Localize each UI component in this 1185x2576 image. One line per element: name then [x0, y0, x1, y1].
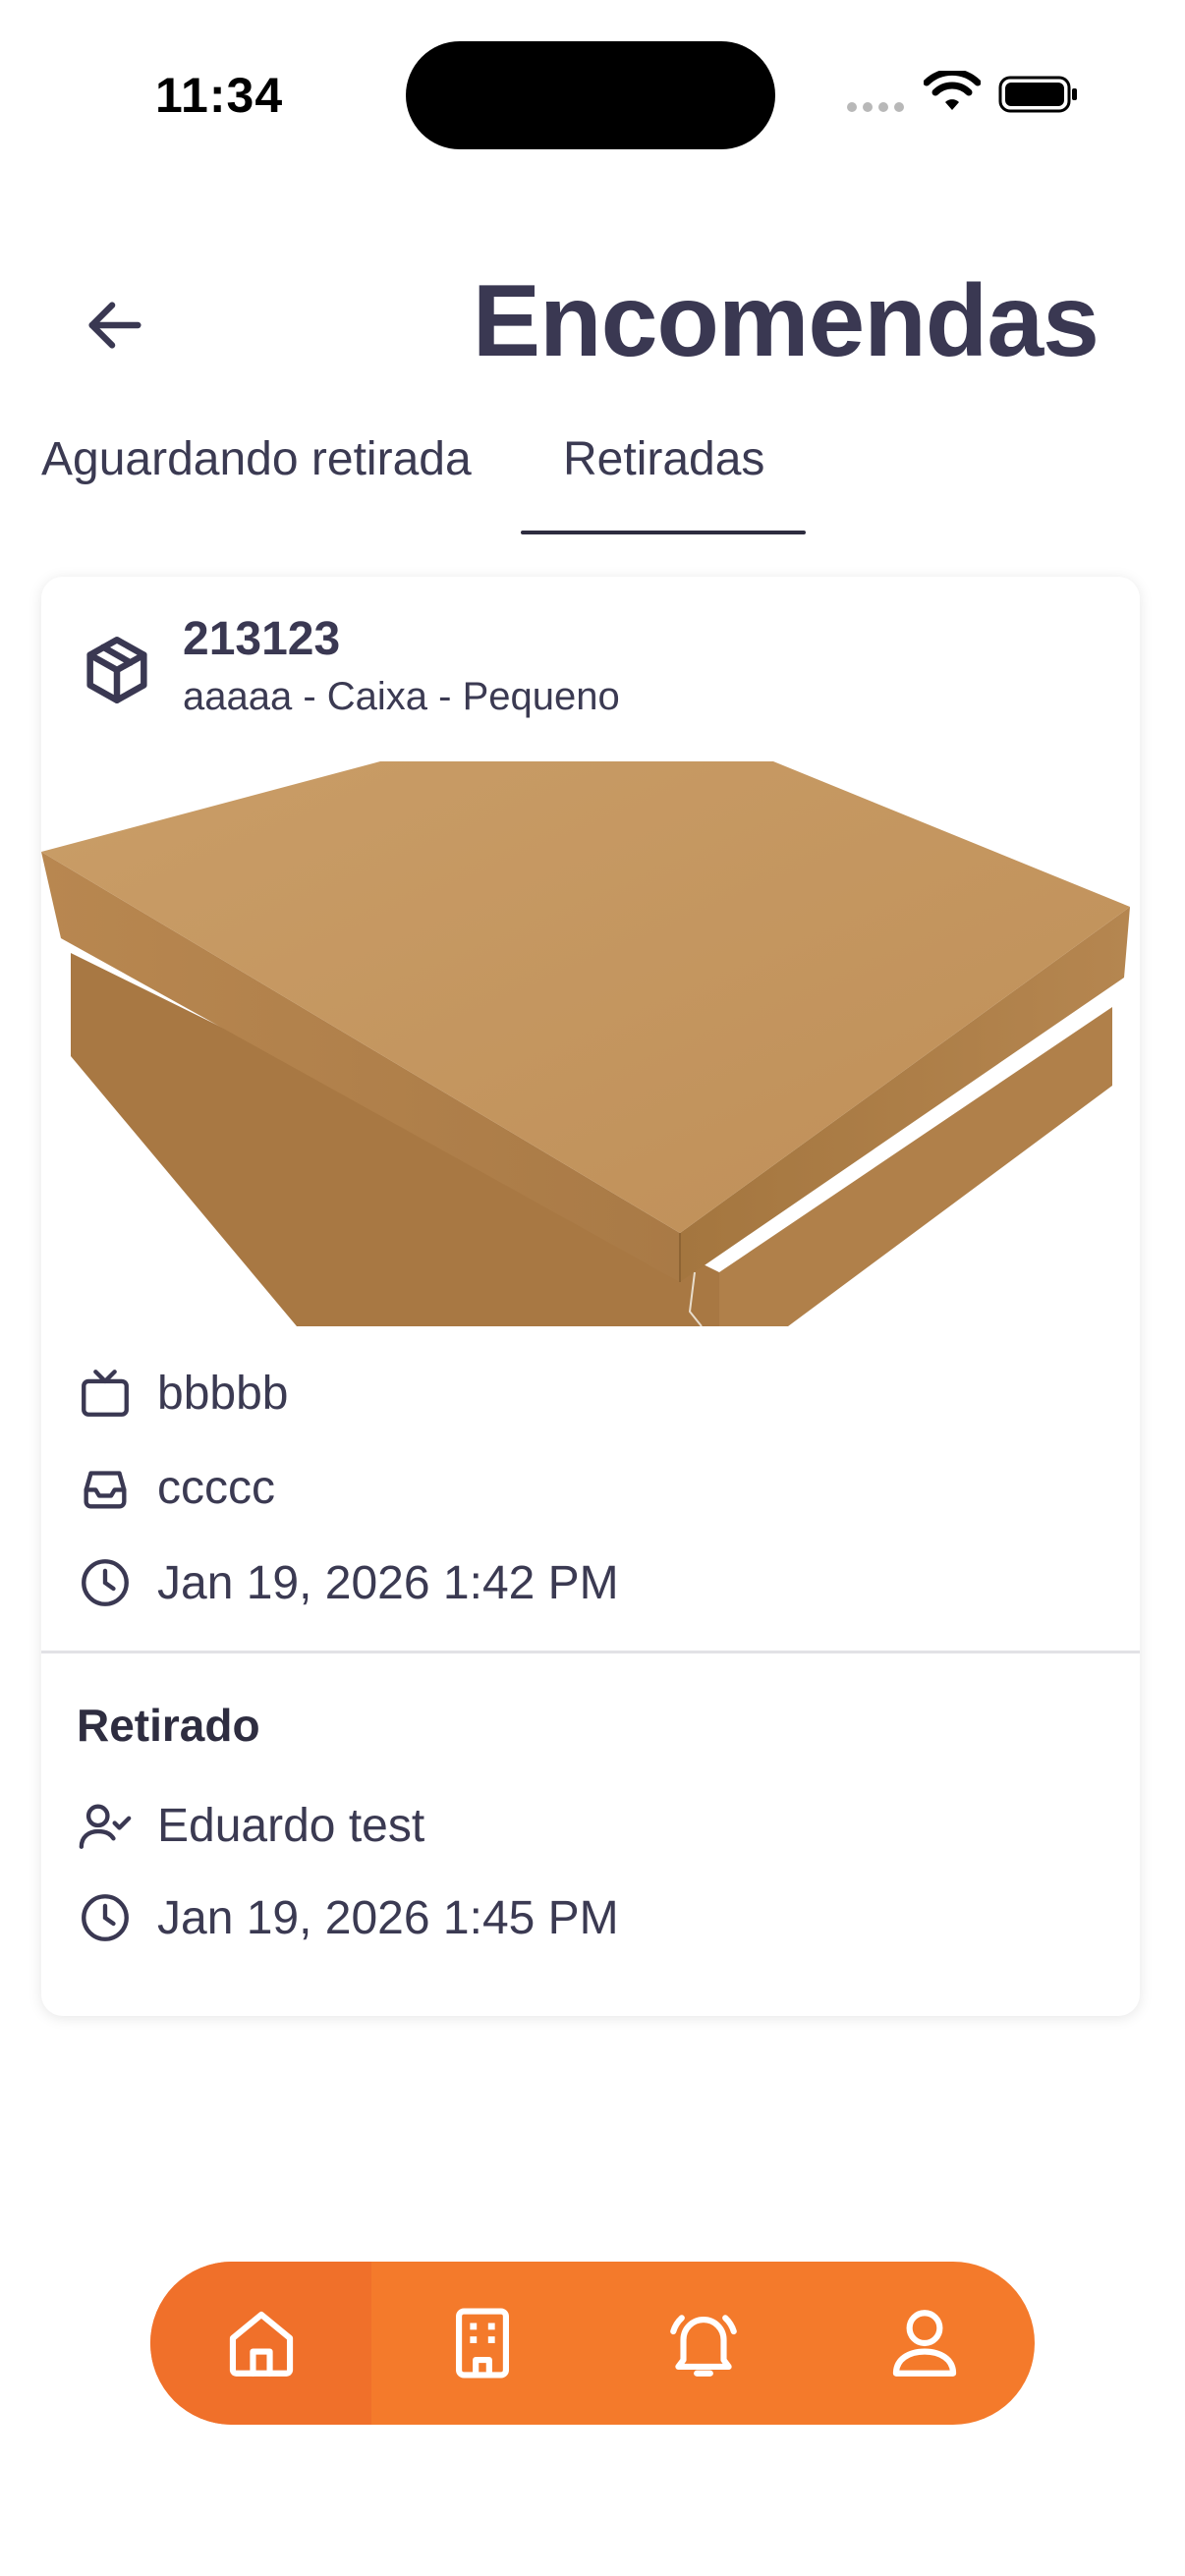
cellular-signal-icon — [847, 102, 904, 112]
inbox-icon — [84, 1471, 127, 1509]
received-time: Jan 19, 2026 1:42 PM — [157, 1556, 619, 1609]
bell-ringing-icon — [669, 2315, 737, 2377]
clock-icon — [82, 1559, 129, 1606]
unit-value: bbbbb — [157, 1367, 289, 1420]
page-title: Encomendas — [472, 264, 1100, 378]
status-bar: 11:34 — [0, 0, 1185, 196]
box-row: ccccc — [75, 1457, 275, 1518]
tab-retrieved[interactable]: Retiradas — [563, 432, 764, 486]
nav-home[interactable] — [150, 2262, 371, 2425]
dynamic-island — [406, 41, 775, 149]
retrieved-time-row: Jan 19, 2026 1:45 PM — [75, 1887, 619, 1948]
retrieved-section-title: Retirado — [77, 1700, 260, 1751]
clock-icon — [82, 1894, 129, 1941]
home-icon — [229, 2311, 293, 2377]
card-divider — [41, 1651, 1140, 1653]
user-check-icon — [79, 1804, 132, 1849]
tab-awaiting-pickup[interactable]: Aguardando retirada — [41, 432, 472, 486]
building-icon — [455, 2308, 509, 2379]
retrieved-by-row: Eduardo test — [75, 1795, 424, 1856]
back-button[interactable] — [77, 287, 153, 364]
battery-icon — [998, 76, 1077, 113]
nav-notifications[interactable] — [592, 2262, 814, 2425]
package-description: aaaaa - Caixa - Pequeno — [183, 675, 620, 718]
active-tab-indicator — [521, 531, 806, 534]
nav-building[interactable] — [371, 2262, 592, 2425]
package-code: 213123 — [183, 613, 341, 665]
nav-profile[interactable] — [814, 2262, 1035, 2425]
user-icon — [892, 2310, 956, 2377]
retrieved-time: Jan 19, 2026 1:45 PM — [157, 1891, 619, 1944]
package-icon — [86, 637, 147, 703]
arrow-left-icon — [88, 302, 141, 349]
received-time-row: Jan 19, 2026 1:42 PM — [75, 1552, 619, 1613]
retrieved-by-name: Eduardo test — [157, 1799, 425, 1852]
bottom-nav — [150, 2262, 1035, 2425]
unit-row: bbbbb — [75, 1363, 288, 1424]
box-value: ccccc — [157, 1461, 275, 1514]
package-card[interactable]: 213123 aaaaa - Caixa - Pequeno bbbbb ccc… — [41, 577, 1140, 2016]
tv-icon — [82, 1370, 129, 1417]
package-photo — [41, 761, 1140, 1326]
status-time: 11:34 — [155, 68, 284, 123]
wifi-icon — [924, 71, 981, 110]
